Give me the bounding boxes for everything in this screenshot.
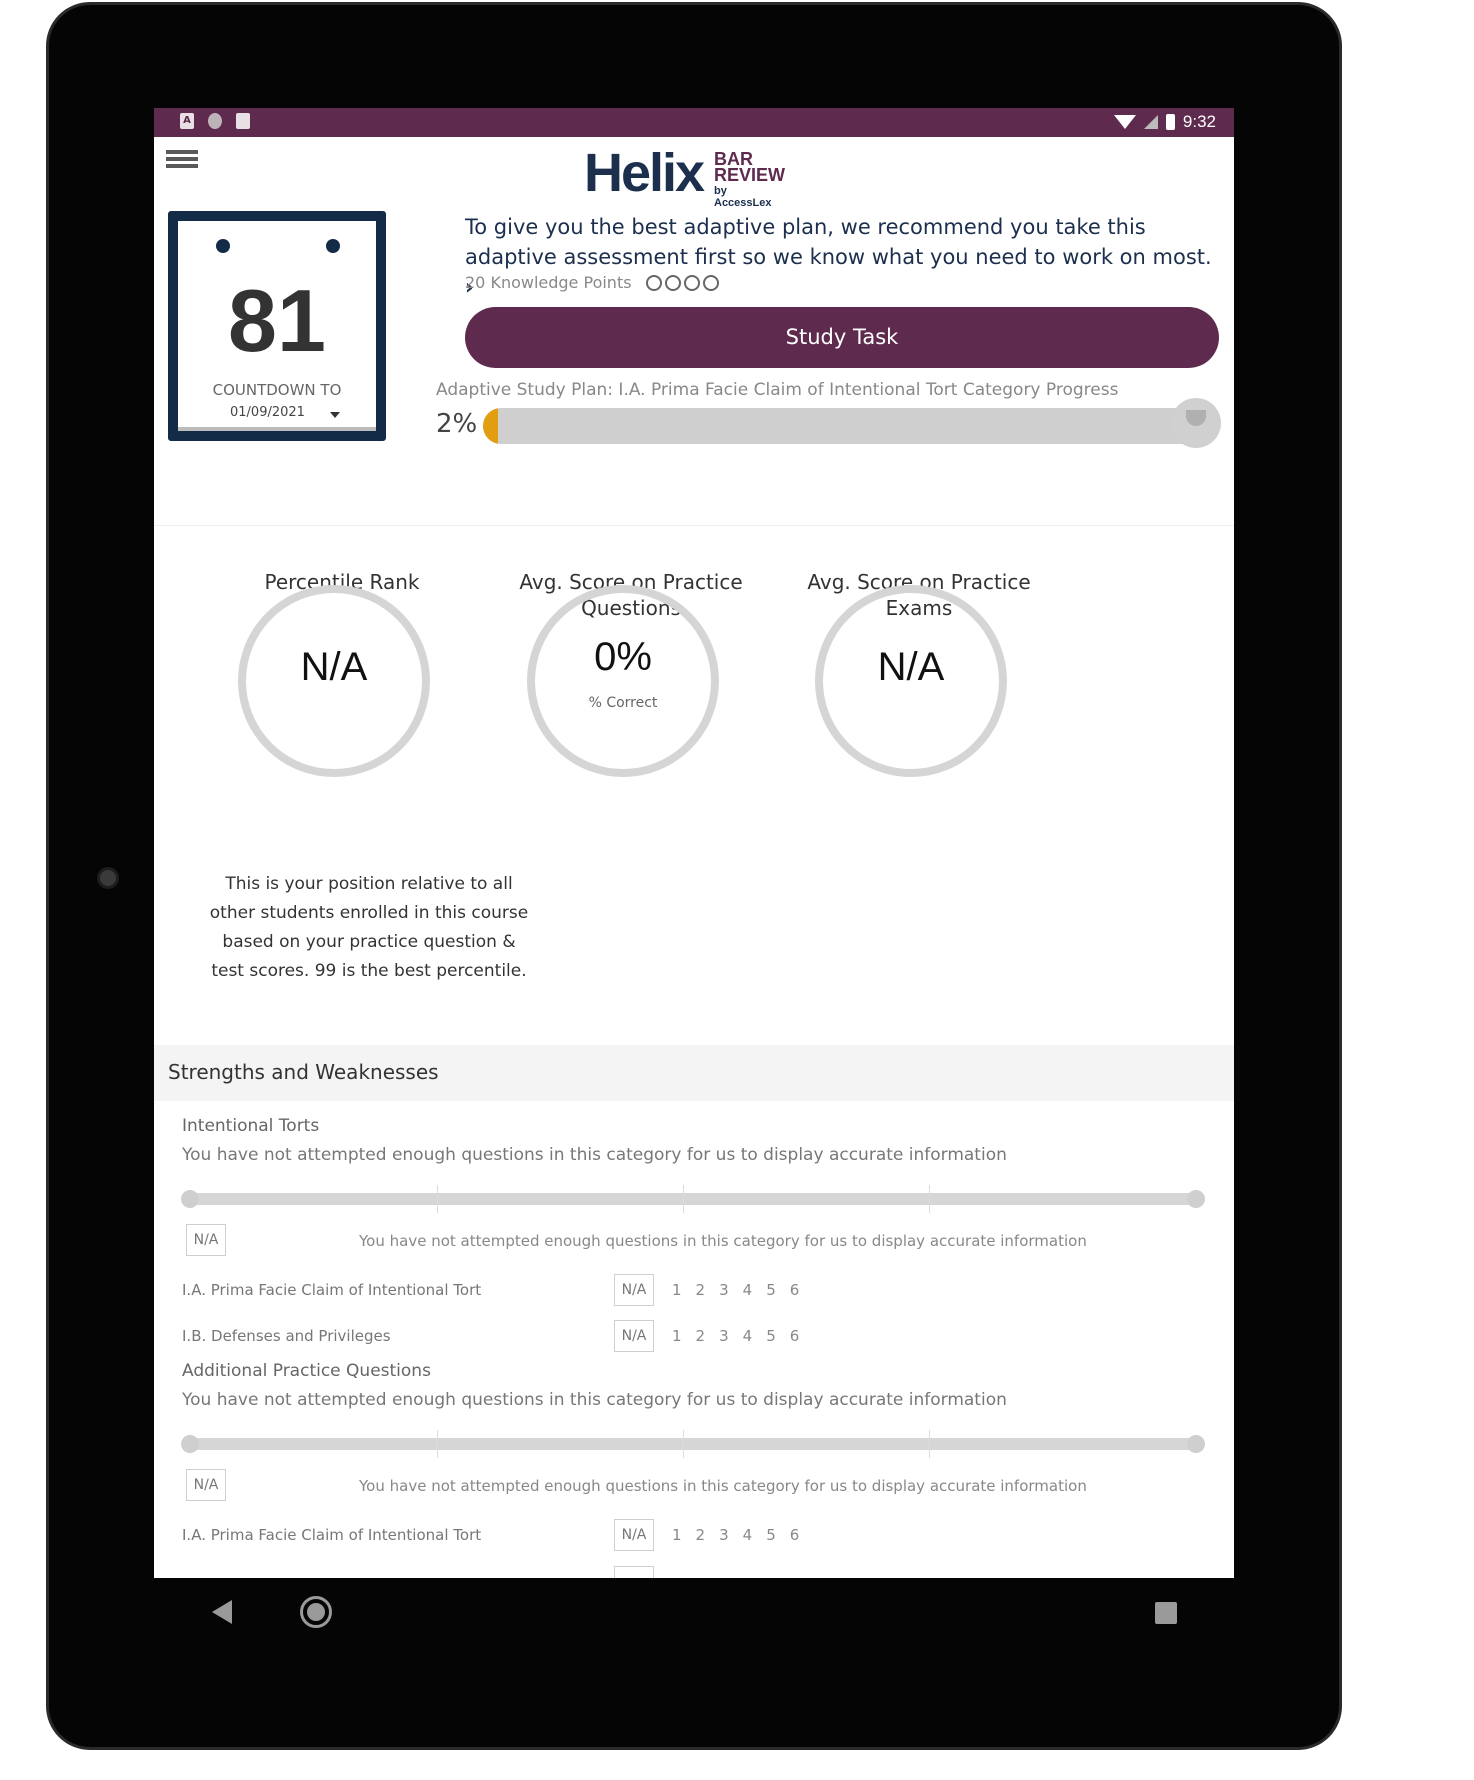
category-title: Additional Practice Questions <box>182 1361 431 1381</box>
notification-circle-icon <box>208 113 222 129</box>
camera-icon <box>97 867 119 889</box>
category-slider[interactable] <box>181 1185 1205 1213</box>
clock-icon <box>683 274 700 291</box>
study-plan-percent: 2% <box>436 409 478 439</box>
countdown-calendar: 81 COUNTDOWN TO 01/09/2021 <box>168 211 386 441</box>
calendar-ring-icon <box>326 239 340 253</box>
slider-knob[interactable] <box>1187 1190 1205 1208</box>
home-icon[interactable] <box>300 1596 332 1628</box>
signal-icon <box>1143 115 1158 129</box>
list-item: I.B. Defenses and Privileges N/A 1 2 3 4… <box>182 1320 982 1352</box>
battery-icon <box>1165 114 1175 130</box>
back-icon[interactable] <box>212 1600 232 1624</box>
wifi-icon <box>1113 115 1136 129</box>
practice-questions-ring: 0% % Correct <box>527 585 719 777</box>
clock-icon <box>664 274 681 291</box>
calendar-ring-icon <box>216 239 230 253</box>
category-note: You have not attempted enough questions … <box>182 1390 1007 1410</box>
percentile-description: This is your position relative to all ot… <box>209 874 529 981</box>
category-title: Intentional Torts <box>182 1116 320 1136</box>
list-item: I.A. Prima Facie Claim of Intentional To… <box>182 1274 982 1306</box>
recent-apps-icon[interactable] <box>1155 1602 1177 1624</box>
status-bar: A 9:32 <box>154 108 1234 137</box>
study-task-button[interactable]: Study Task <box>465 307 1219 368</box>
category-na-box: N/A <box>186 1469 226 1501</box>
countdown-days: 81 <box>228 271 326 370</box>
percentile-rank-ring: N/A <box>238 585 430 777</box>
clock-icon <box>645 274 662 291</box>
notification-a-icon: A <box>180 113 194 129</box>
strengths-weaknesses-header: Strengths and Weaknesses <box>154 1045 1234 1101</box>
progress-fill <box>483 408 498 444</box>
category-note: You have not attempted enough questions … <box>182 1145 1007 1165</box>
study-plan-label: Adaptive Study Plan: I.A. Prima Facie Cl… <box>436 380 1119 400</box>
hamburger-menu-icon[interactable] <box>166 150 198 176</box>
android-nav-bar <box>154 1578 1234 1648</box>
countdown-label: COUNTDOWN TO <box>212 381 342 399</box>
slider-knob[interactable] <box>181 1435 199 1453</box>
list-item: I.A. Prima Facie Claim of Intentional To… <box>182 1519 982 1551</box>
partially-visible-box <box>614 1566 654 1578</box>
sd-card-icon <box>236 113 250 129</box>
exam-date-select[interactable]: 01/09/2021 <box>220 403 350 429</box>
study-plan-progress-bar <box>483 408 1218 444</box>
practice-exams-ring: N/A <box>815 585 1007 777</box>
slider-knob[interactable] <box>181 1190 199 1208</box>
category-na-box: N/A <box>186 1224 226 1256</box>
app-screen: A 9:32 Helix BAR REVIEW by AccessLex 81 … <box>154 108 1234 1578</box>
slider-knob[interactable] <box>1187 1435 1205 1453</box>
clock-icon <box>702 274 719 291</box>
knowledge-points: 20 Knowledge Points <box>465 273 719 292</box>
category-slider[interactable] <box>181 1430 1205 1458</box>
trophy-icon <box>1171 398 1221 448</box>
category-na-note: You have not attempted enough questions … <box>359 1477 1087 1495</box>
caret-down-icon <box>330 412 340 418</box>
divider <box>154 525 1234 526</box>
clock: 9:32 <box>1182 112 1216 131</box>
helix-logo: Helix BAR REVIEW by AccessLex <box>584 143 786 209</box>
category-na-note: You have not attempted enough questions … <box>359 1232 1087 1250</box>
